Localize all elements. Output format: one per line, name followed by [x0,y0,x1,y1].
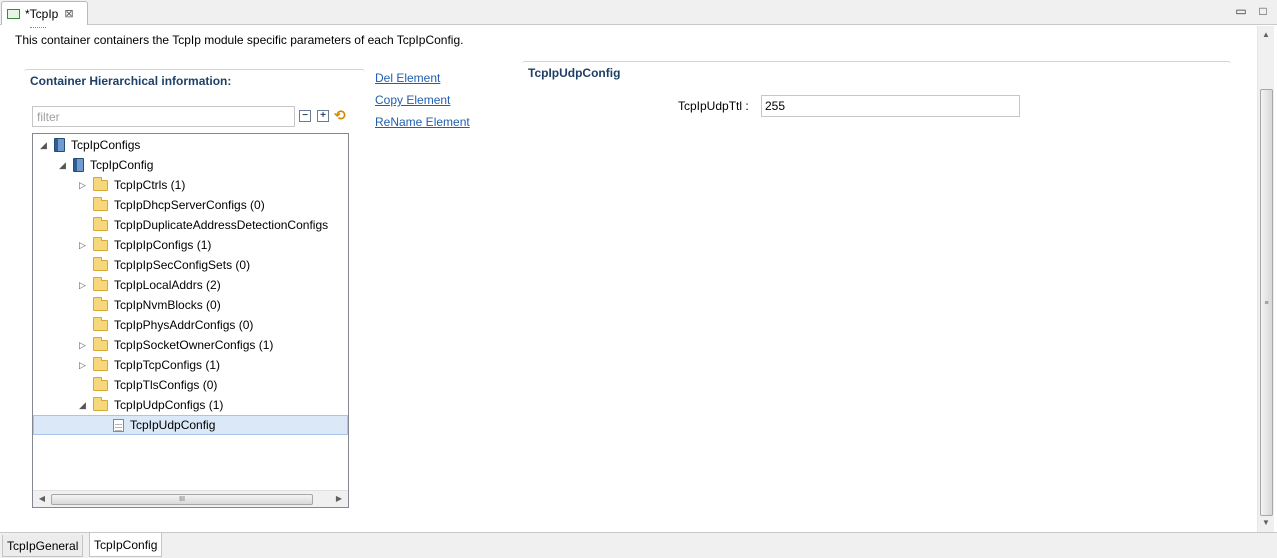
tree-node-label: TcpIpCtrls (1) [114,178,186,192]
scrollbar-thumb[interactable]: ≡ [1260,89,1273,516]
udp-ttl-label: TcpIpUdpTtl : [678,99,749,113]
tree-node[interactable]: TcpIpDuplicateAddressDetectionConfigs [33,215,348,235]
scrollbar-thumb[interactable]: III [51,494,313,505]
tree-node-label: TcpIpIpSecConfigSets (0) [114,258,251,272]
expand-all-icon[interactable]: + [317,110,329,122]
folder-icon [93,196,108,211]
tree-node-label: TcpIpPhysAddrConfigs (0) [114,318,254,332]
folder-icon [93,356,108,371]
page-tab-bar: TcpIpGeneral TcpIpConfig [0,532,1277,558]
tree-node-label: TcpIpConfig [90,158,154,172]
tree-node-label: TcpIpIpConfigs (1) [114,238,212,252]
filter-input[interactable] [32,106,295,127]
page-icon [113,418,124,432]
collapsed-twisty-icon[interactable]: ▷ [78,240,87,250]
scroll-down-icon[interactable]: ▼ [1261,518,1271,528]
vertical-scrollbar[interactable]: ▲ ≡ ▼ [1257,26,1274,532]
horizontal-scrollbar[interactable]: ◀ III ▶ [33,490,348,507]
tree-node[interactable]: ◢ TcpIpConfig [33,155,348,175]
tree-node[interactable]: TcpIpPhysAddrConfigs (0) [33,315,348,335]
tree-node-label: TcpIpUdpConfigs (1) [114,398,224,412]
book-icon [54,138,65,152]
editor-tab-title: *TcpIp [25,6,59,21]
tree-node[interactable]: ◢ TcpIpConfigs [33,135,348,155]
properties-section-title: TcpIpUdpConfig [528,66,621,80]
tree-node-label: TcpIpSocketOwnerConfigs (1) [114,338,274,352]
container-tree[interactable]: TcpIpUdpConfig ◢ TcpIpUdpConfigs (1) TcpIpT… [32,133,349,508]
tree-node[interactable]: ▷ TcpIpSocketOwnerConfigs (1) [33,335,348,355]
book-icon [73,158,84,172]
folder-icon [93,316,108,331]
editor-tab-bar: *TcpIp ⊠ ▭ □ [0,0,1277,25]
expanded-twisty-icon[interactable]: ◢ [58,160,67,170]
folder-icon [93,376,108,391]
copy-element-link[interactable]: Copy Element [375,93,450,107]
rename-element-link[interactable]: ReName Element [375,115,470,129]
tree-node-label: TcpIpUdpConfig [130,418,216,432]
tree-node-label: TcpIpLocalAddrs (2) [114,278,221,292]
tab-tcpip-config[interactable]: TcpIpConfig [89,533,163,557]
scroll-up-icon[interactable]: ▲ [1261,30,1271,40]
minimize-icon[interactable]: ▭ [1234,4,1248,18]
properties-section-header: TcpIpUdpConfig [522,61,1231,83]
tree-node[interactable]: ▷ TcpIpTcpConfigs (1) [33,355,348,375]
collapsed-twisty-icon[interactable]: ▷ [78,280,87,290]
collapse-all-icon[interactable]: − [299,110,311,122]
udp-ttl-input[interactable] [761,95,1020,117]
container-description: This container containers the TcpIp modu… [15,33,464,47]
collapsed-twisty-icon[interactable]: ▷ [78,360,87,370]
tree-node-label: TcpIpNvmBlocks (0) [114,298,221,312]
del-element-link[interactable]: Del Element [375,71,440,85]
tree-node[interactable]: TcpIpNvmBlocks (0) [33,295,348,315]
tree-node[interactable]: ▷ TcpIpLocalAddrs (2) [33,275,348,295]
tab-tcpip-general[interactable]: TcpIpGeneral [2,535,84,557]
close-icon[interactable]: ⊠ [64,7,73,20]
folder-icon [93,296,108,311]
tree-node-label: TcpIpTlsConfigs (0) [114,378,218,392]
divider [30,27,46,31]
expanded-twisty-icon[interactable]: ◢ [78,400,87,410]
expanded-twisty-icon[interactable]: ◢ [39,140,48,150]
collapsed-twisty-icon[interactable]: ▷ [78,180,87,190]
collapsed-twisty-icon[interactable]: ▷ [78,340,87,350]
scroll-right-icon[interactable]: ▶ [334,494,344,504]
tree-node[interactable]: TcpIpTlsConfigs (0) [33,375,348,395]
tree-node-label: TcpIpTcpConfigs (1) [114,358,221,372]
maximize-icon[interactable]: □ [1256,4,1270,18]
tree-node[interactable]: ◢ TcpIpUdpConfigs (1) [33,395,348,415]
folder-icon [93,336,108,351]
scroll-left-icon[interactable]: ◀ [37,494,47,504]
tree-node-label: TcpIpDhcpServerConfigs (0) [114,198,265,212]
tree-node[interactable]: TcpIpDhcpServerConfigs (0) [33,195,348,215]
tree-node-label: TcpIpDuplicateAddressDetectionConfigs [114,218,329,232]
tree-node[interactable]: ▷ TcpIpIpConfigs (1) [33,235,348,255]
folder-icon [93,256,108,271]
tree-node[interactable]: TcpIpIpSecConfigSets (0) [33,255,348,275]
hierarchy-section-header: Container Hierarchical information: [24,69,365,93]
tree-node[interactable]: ▷ TcpIpCtrls (1) [33,175,348,195]
tree-node[interactable]: TcpIpUdpConfig [33,415,348,435]
folder-icon [93,216,108,231]
tree-node-label: TcpIpConfigs [71,138,141,152]
folder-icon [93,236,108,251]
hierarchy-section-title: Container Hierarchical information: [30,74,232,88]
folder-icon [93,176,108,191]
module-editor-icon [7,8,20,19]
folder-icon [93,396,108,411]
editor-tab-tcpip[interactable]: *TcpIp ⊠ [1,1,88,25]
folder-icon [93,276,108,291]
sync-icon[interactable]: ⟲ [334,108,348,122]
